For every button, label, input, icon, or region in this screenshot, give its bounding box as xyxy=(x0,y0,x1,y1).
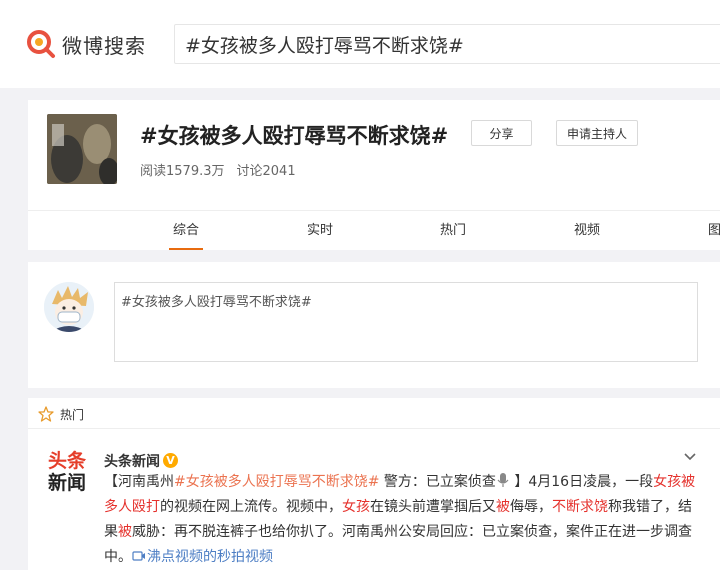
toutiao-news-logo[interactable]: 头条 新闻 xyxy=(48,450,88,496)
topic-stats: 阅读1579.3万 讨论2041 xyxy=(140,160,308,179)
tab-images[interactable]: 图 xyxy=(708,211,720,250)
search-input[interactable] xyxy=(175,25,720,63)
verified-badge-icon xyxy=(163,453,178,468)
topic-card: #女孩被多人殴打辱骂不断求饶# 分享 申请主持人 阅读1579.3万 讨论2041… xyxy=(28,100,720,250)
chevron-down-icon[interactable] xyxy=(682,448,698,464)
topic-title: #女孩被多人殴打辱骂不断求饶# xyxy=(140,124,449,148)
author-name[interactable]: 头条新闻 xyxy=(104,454,160,470)
video-link-icon xyxy=(132,551,145,561)
discussion-count: 讨论2041 xyxy=(236,164,296,179)
post-author[interactable]: 头条新闻 xyxy=(104,451,178,471)
tab-realtime[interactable]: 实时 xyxy=(307,211,333,250)
video-link[interactable]: 沸点视频的秒拍视频 xyxy=(132,549,273,565)
user-avatar[interactable] xyxy=(44,282,94,332)
share-button[interactable]: 分享 xyxy=(471,120,532,146)
post-composer: #女孩被多人殴打辱骂不断求饶# xyxy=(28,262,720,388)
tab-hot[interactable]: 热门 xyxy=(440,211,466,250)
post-text: 【河南禹州#女孩被多人殴打辱骂不断求饶# 警方：已立案侦查 】4月16日凌晨，一… xyxy=(104,473,696,565)
top-bar: 微博搜索 xyxy=(0,0,720,88)
logo-text: 微博搜索 xyxy=(62,33,146,58)
compose-textarea[interactable]: #女孩被多人殴打辱骂不断求饶# xyxy=(114,282,698,362)
topic-link[interactable]: #女孩被多人殴打辱骂不断求饶# xyxy=(174,474,379,490)
tab-video[interactable]: 视频 xyxy=(574,211,600,250)
hot-section-label: 热门 xyxy=(60,408,85,422)
tab-comprehensive[interactable]: 综合 xyxy=(168,211,204,250)
topic-tabs: 综合 实时 热门 视频 图 xyxy=(28,211,720,250)
hot-section-header: 热门 xyxy=(28,398,720,429)
topic-image[interactable] xyxy=(47,114,117,184)
read-count: 阅读1579.3万 xyxy=(140,164,225,179)
star-icon xyxy=(38,406,54,422)
microphone-icon xyxy=(497,473,509,487)
search-box[interactable] xyxy=(174,24,720,64)
weibo-search-logo[interactable]: 微博搜索 xyxy=(26,28,146,60)
hot-feed: 热门 头条 新闻 头条新闻 【河南禹州#女孩被多人殴打辱骂不断求饶# 警方：已立… xyxy=(28,398,720,570)
search-logo-icon xyxy=(26,29,56,59)
apply-host-button[interactable]: 申请主持人 xyxy=(556,120,638,146)
